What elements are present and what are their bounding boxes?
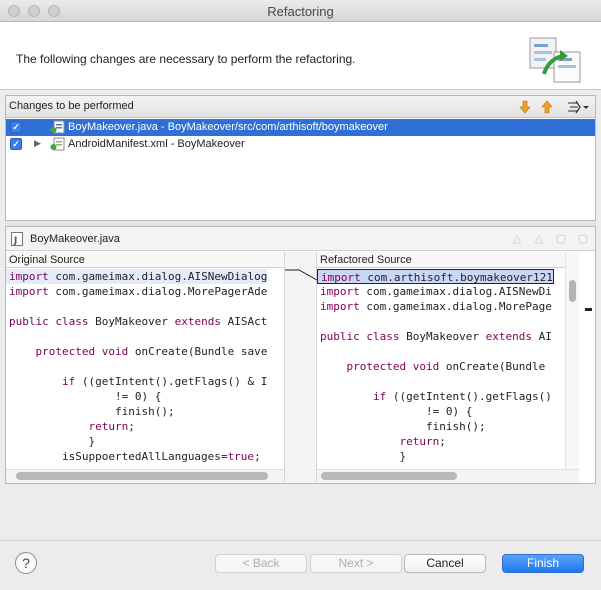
filter-changes-menu[interactable] bbox=[564, 98, 592, 116]
svg-text:J: J bbox=[13, 236, 17, 246]
original-hscroll-thumb[interactable] bbox=[16, 472, 268, 480]
diff-gutter bbox=[284, 252, 318, 483]
previous-change-icon[interactable]: ▢ bbox=[576, 232, 590, 246]
next-change-button[interactable] bbox=[516, 98, 534, 116]
code-line: import com.arthisoft.boymakeover121 bbox=[317, 269, 554, 284]
refactored-vscroll-track[interactable] bbox=[565, 252, 579, 469]
code-line: } bbox=[320, 450, 407, 463]
code-line: return; bbox=[88, 420, 135, 433]
code-line: if ((getIntent().getFlags() bbox=[372, 390, 552, 403]
window-title: Refactoring bbox=[267, 4, 334, 19]
help-button[interactable]: ? bbox=[15, 552, 37, 574]
code-line: return; bbox=[399, 435, 446, 448]
finish-button[interactable]: Finish bbox=[502, 554, 584, 573]
previous-difference-icon[interactable]: △ bbox=[532, 232, 546, 246]
overview-ruler-marker[interactable] bbox=[585, 308, 592, 311]
expand-arrow-icon[interactable]: ▶ bbox=[34, 138, 41, 149]
original-source-pane[interactable]: Original Source import com.gameimax.dial… bbox=[6, 252, 284, 483]
code-line: if ((getIntent().getFlags() & I bbox=[61, 375, 268, 388]
code-line: finish(); bbox=[114, 405, 175, 418]
change-item-java[interactable]: ✓ BoyMakeover.java - BoyMakeover/src/com… bbox=[6, 119, 595, 136]
change-item-label: BoyMakeover.java - BoyMakeover/src/com/a… bbox=[68, 121, 388, 133]
diff-connector bbox=[285, 269, 318, 281]
arrow-down-icon bbox=[519, 100, 531, 114]
java-file-change-icon bbox=[50, 120, 65, 134]
refactored-vscroll-thumb[interactable] bbox=[569, 280, 576, 302]
original-source-title: Original Source bbox=[6, 252, 284, 268]
next-button[interactable]: Next > bbox=[310, 554, 402, 573]
refactored-source-pane[interactable]: Refactored Source import com.arthisoft.b… bbox=[317, 252, 579, 483]
code-line: import com.gameimax.dialog.AISNewDialog bbox=[6, 269, 268, 284]
code-line: import com.gameimax.dialog.MorePage bbox=[320, 300, 552, 313]
refactoring-wizard-icon bbox=[529, 37, 581, 83]
code-line: != 0) { bbox=[320, 405, 473, 418]
code-line: public class BoyMakeover extends AI bbox=[320, 330, 552, 343]
change-item-manifest-checkbox[interactable]: ✓ bbox=[10, 138, 22, 150]
code-line: import com.gameimax.dialog.AISNewDi bbox=[320, 285, 552, 298]
changes-panel: Changes to be performed ✓ BoyMakeover.ja… bbox=[5, 95, 596, 221]
code-line: protected void onCreate(Bundle save bbox=[35, 345, 268, 358]
code-line: public class BoyMakeover extends AISAct bbox=[9, 315, 268, 328]
code-line: protected void onCreate(Bundle bbox=[346, 360, 546, 373]
code-line: finish(); bbox=[425, 420, 486, 433]
changes-toolbar: Changes to be performed bbox=[6, 96, 595, 118]
compare-header: J BoyMakeover.java △ △ ▢ ▢ bbox=[6, 227, 595, 251]
arrow-up-icon bbox=[541, 100, 553, 114]
wizard-header: The following changes are necessary to p… bbox=[0, 22, 601, 90]
title-bar: Refactoring bbox=[0, 0, 601, 22]
change-item-label: AndroidManifest.xml - BoyMakeover bbox=[68, 138, 245, 150]
code-line: import com.gameimax.dialog.MorePagerAde bbox=[9, 285, 268, 298]
header-message: The following changes are necessary to p… bbox=[16, 52, 356, 66]
refactored-source-code[interactable]: import com.arthisoft.boymakeover121 impor… bbox=[317, 269, 554, 464]
button-bar-separator bbox=[0, 540, 601, 541]
previous-change-button[interactable] bbox=[538, 98, 556, 116]
change-item-java-checkbox[interactable]: ✓ bbox=[10, 121, 22, 133]
compare-viewer: J BoyMakeover.java △ △ ▢ ▢ Original Sour… bbox=[5, 226, 596, 484]
next-change-icon[interactable]: ▢ bbox=[554, 232, 568, 246]
refactored-source-title: Refactored Source bbox=[317, 252, 579, 268]
code-line: isSuppoertedAllLanguages=true; bbox=[61, 450, 261, 463]
code-line: != 0) { bbox=[9, 390, 162, 403]
cancel-button[interactable]: Cancel bbox=[404, 554, 486, 573]
compare-file-name: BoyMakeover.java bbox=[30, 233, 120, 245]
refactored-hscroll-thumb[interactable] bbox=[321, 472, 457, 480]
xml-file-change-icon bbox=[50, 137, 65, 151]
next-difference-icon[interactable]: △ bbox=[510, 232, 524, 246]
change-item-manifest[interactable]: ✓ ▶ AndroidManifest.xml - BoyMakeover bbox=[6, 136, 595, 153]
filter-icon bbox=[568, 100, 589, 114]
changes-title: Changes to be performed bbox=[9, 100, 134, 112]
back-button[interactable]: < Back bbox=[215, 554, 307, 573]
java-file-icon: J bbox=[11, 232, 23, 246]
original-source-code[interactable]: import com.gameimax.dialog.AISNewDialog i… bbox=[6, 269, 268, 464]
code-line: } bbox=[9, 435, 96, 448]
